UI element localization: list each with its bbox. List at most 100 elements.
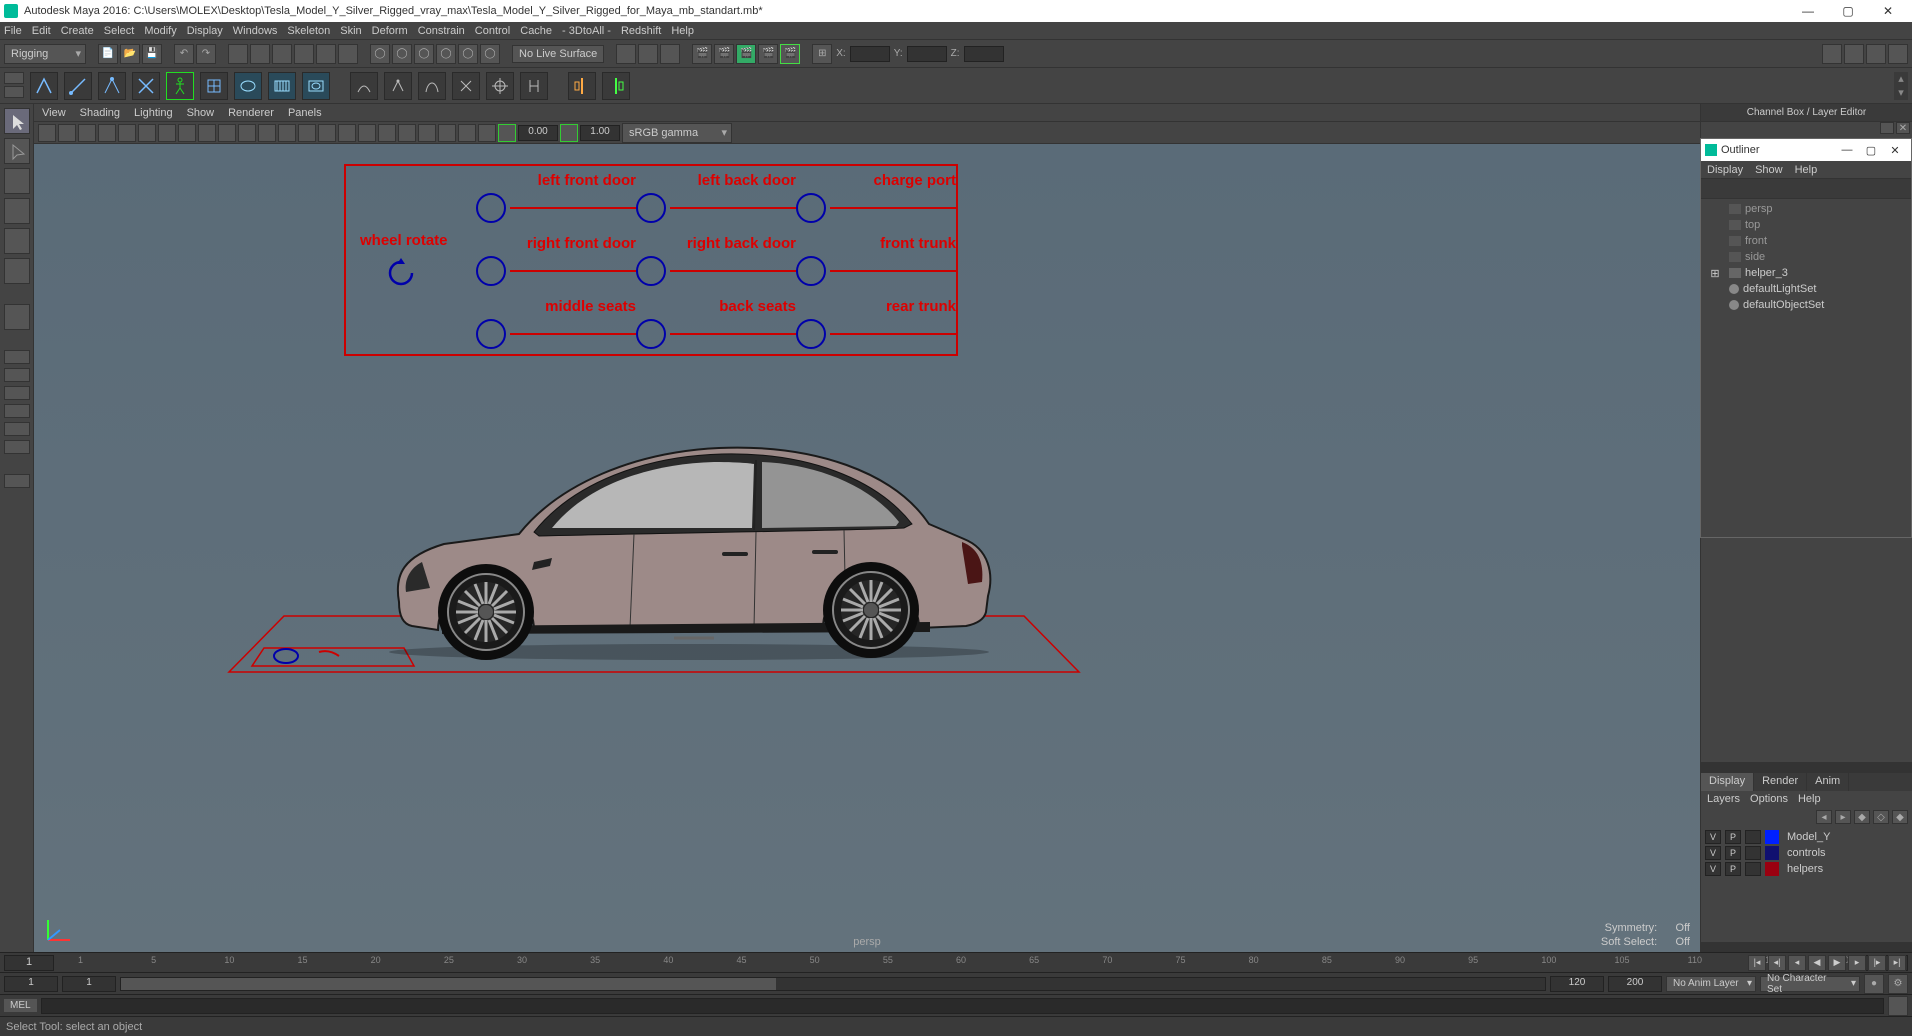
vp-field-chart[interactable] (198, 124, 216, 142)
outliner-item-front[interactable]: front (1701, 233, 1911, 249)
shelf-ik-icon[interactable] (384, 72, 412, 100)
tool-settings-button[interactable] (1866, 44, 1886, 64)
snap-live-button[interactable]: ◯ (458, 44, 478, 64)
prefs-button[interactable]: ⚙ (1888, 974, 1908, 994)
minimize-button[interactable]: — (1788, 4, 1828, 18)
menu-skin[interactable]: Skin (340, 25, 361, 37)
shelf-mirror2-icon[interactable] (602, 72, 630, 100)
panel-layout-button[interactable]: ⊞ (812, 44, 832, 64)
outliner-item-defaultlightset[interactable]: defaultLightSet (1701, 281, 1911, 297)
paint-select-button[interactable] (272, 44, 292, 64)
channel-box-button[interactable] (1888, 44, 1908, 64)
move-tool[interactable] (4, 198, 30, 224)
last-tool[interactable] (4, 304, 30, 330)
outliner-menu-help[interactable]: Help (1795, 164, 1818, 176)
layer-tab-display[interactable]: Display (1701, 773, 1754, 791)
vp-motion-blur[interactable] (378, 124, 396, 142)
viewport-3d[interactable]: wheel rotate left front door right front… (34, 144, 1700, 952)
time-slider[interactable]: 1 15101520253035404550556065707580859095… (0, 952, 1912, 972)
workspace-dropdown[interactable]: Rigging (4, 44, 86, 64)
select-hier-button[interactable] (294, 44, 314, 64)
layer-color-swatch[interactable] (1765, 862, 1779, 876)
rig-control-middle-seats[interactable] (476, 319, 636, 349)
rig-control-back-seats[interactable] (636, 319, 796, 349)
layer-new-empty-icon[interactable]: ◇ (1873, 810, 1889, 824)
vp-exposure-icon[interactable] (498, 124, 516, 142)
shelf-tab-down[interactable] (4, 86, 24, 98)
vp-menu-renderer[interactable]: Renderer (228, 107, 274, 119)
layer-visibility[interactable]: V (1705, 862, 1721, 876)
render-view-button[interactable]: 🎬 (714, 44, 734, 64)
menu-control[interactable]: Control (475, 25, 510, 37)
ipr-button[interactable] (660, 44, 680, 64)
expand-icon[interactable]: ⊞ (1709, 267, 1721, 280)
x-field[interactable] (850, 46, 890, 62)
vp-textured[interactable] (298, 124, 316, 142)
channel-box-dock-button[interactable] (1880, 122, 1894, 134)
menu-create[interactable]: Create (61, 25, 94, 37)
close-button[interactable]: ✕ (1868, 4, 1908, 18)
menu-select[interactable]: Select (104, 25, 135, 37)
layout-single[interactable] (4, 350, 30, 364)
outliner-maximize[interactable]: ▢ (1859, 144, 1883, 157)
vp-image-plane[interactable] (78, 124, 96, 142)
rig-control-right-back-door[interactable] (636, 256, 796, 286)
rig-control-right-front-door[interactable] (476, 256, 636, 286)
vp-xray[interactable] (458, 124, 476, 142)
shelf-blend-icon[interactable] (302, 72, 330, 100)
channel-box-close-button[interactable]: ✕ (1896, 122, 1910, 134)
vp-wireframe[interactable] (258, 124, 276, 142)
layout-four[interactable] (4, 368, 30, 382)
car-model[interactable] (374, 434, 1004, 664)
rig-control-rear-trunk[interactable] (796, 319, 956, 349)
playback-start-field[interactable]: 1 (62, 976, 116, 992)
layer-new-icon[interactable]: ◆ (1854, 810, 1870, 824)
layer-name[interactable]: helpers (1783, 863, 1908, 875)
construction-history-button[interactable] (616, 44, 636, 64)
step-forward-button[interactable]: ▸ (1848, 955, 1866, 971)
layer-row[interactable]: V P controls (1705, 845, 1908, 861)
layer-menu-options[interactable]: Options (1750, 793, 1788, 805)
rig-control-front-trunk[interactable] (796, 256, 956, 286)
outliner-item-side[interactable]: side (1701, 249, 1911, 265)
playback-end-field[interactable]: 120 (1550, 976, 1604, 992)
scale-tool[interactable] (4, 258, 30, 284)
outliner-menu-show[interactable]: Show (1755, 164, 1783, 176)
vp-colorspace-dropdown[interactable]: sRGB gamma (622, 123, 732, 143)
render-ipr-button[interactable]: 🎬 (736, 44, 756, 64)
channel-hscroll[interactable] (1701, 762, 1912, 772)
time-ruler[interactable]: 1510152025303540455055606570758085909510… (78, 953, 1834, 972)
outliner-search-input[interactable] (1701, 179, 1911, 199)
layer-tab-anim[interactable]: Anim (1807, 773, 1849, 791)
layout-custom[interactable] (4, 474, 30, 488)
outliner-item-top[interactable]: top (1701, 217, 1911, 233)
vp-lights[interactable] (318, 124, 336, 142)
menu-deform[interactable]: Deform (372, 25, 408, 37)
outliner-item-persp[interactable]: persp (1701, 201, 1911, 217)
shelf-lattice-icon[interactable] (200, 72, 228, 100)
goto-start-button[interactable]: |◂ (1748, 955, 1766, 971)
layer-type[interactable] (1745, 830, 1761, 844)
new-scene-button[interactable]: 📄 (98, 44, 118, 64)
layer-visibility[interactable]: V (1705, 846, 1721, 860)
render-seq-button[interactable]: 🎬 (758, 44, 778, 64)
paint-select-tool[interactable] (4, 168, 30, 194)
lasso-tool[interactable] (4, 138, 30, 164)
vp-menu-view[interactable]: View (42, 107, 66, 119)
menu-edit[interactable]: Edit (32, 25, 51, 37)
outliner-item-defaultobjectset[interactable]: defaultObjectSet (1701, 297, 1911, 313)
live-surface-display[interactable]: No Live Surface (512, 45, 604, 63)
vp-res-gate[interactable] (158, 124, 176, 142)
shelf-constraint-icon[interactable] (486, 72, 514, 100)
menu-redshift[interactable]: Redshift (621, 25, 661, 37)
lasso-button[interactable] (250, 44, 270, 64)
vp-shadows[interactable] (338, 124, 356, 142)
vp-isolate[interactable] (438, 124, 456, 142)
layer-row[interactable]: V P Model_Y (1705, 829, 1908, 845)
undo-button[interactable]: ↶ (174, 44, 194, 64)
vp-safe-action[interactable] (218, 124, 236, 142)
layout-outliner[interactable] (4, 440, 30, 454)
layer-color-swatch[interactable] (1765, 846, 1779, 860)
step-back-key-button[interactable]: ◂| (1768, 955, 1786, 971)
shelf-face-icon[interactable] (132, 72, 160, 100)
